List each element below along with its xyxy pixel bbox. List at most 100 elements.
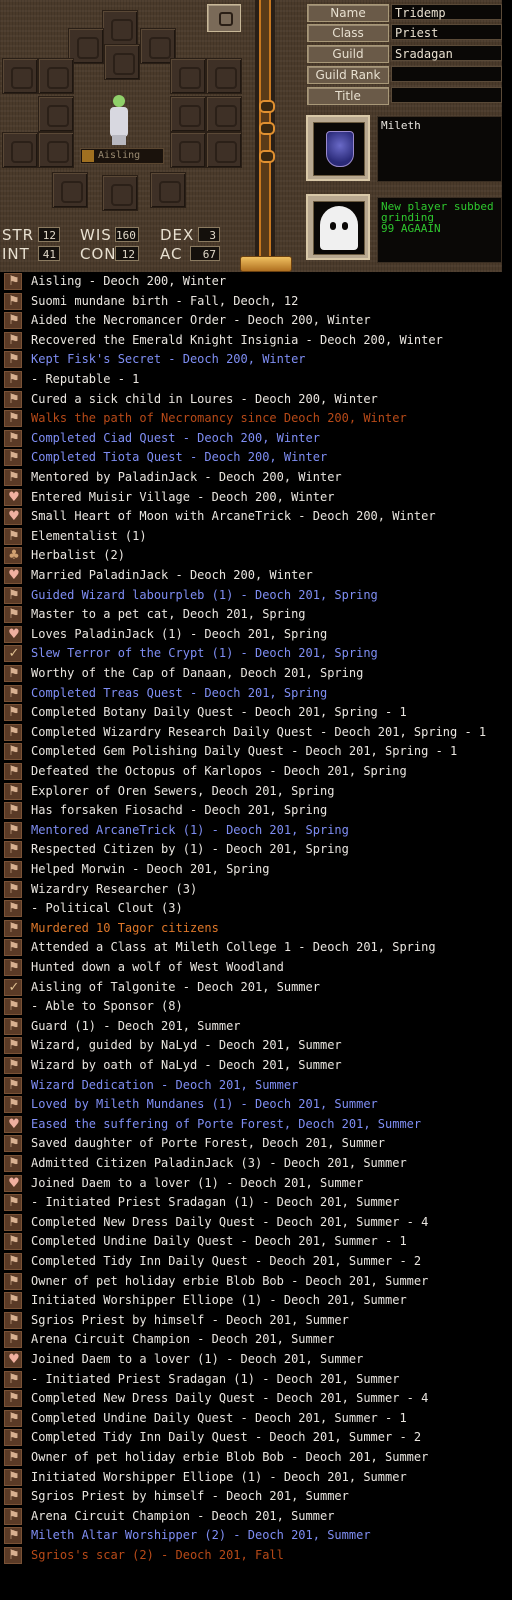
player-portrait[interactable] xyxy=(306,194,370,260)
heart-icon xyxy=(4,508,22,526)
legend-mark-row: - Political Clout (3) xyxy=(0,899,502,918)
legend-mark-row: Completed Wizardry Research Daily Quest … xyxy=(0,723,502,742)
mark-icon xyxy=(4,861,22,878)
mark-icon xyxy=(4,586,22,604)
equipment-slot[interactable] xyxy=(206,96,242,132)
equipment-slot[interactable] xyxy=(102,10,138,46)
legend-mark-row: Completed Tidy Inn Daily Quest - Deoch 2… xyxy=(0,1252,502,1271)
heart-icon xyxy=(4,567,22,584)
check-icon xyxy=(4,645,22,663)
legend-mark-text: Suomi mundane birth - Fall, Deoch, 12 xyxy=(31,293,299,308)
legend-mark-text: Recovered the Emerald Knight Insignia - … xyxy=(31,332,443,347)
legend-mark-row: Wizard Dedication - Deoch 201, Summer xyxy=(0,1076,502,1095)
legend-mark-text: Completed Ciad Quest - Deoch 200, Winter xyxy=(31,430,320,445)
equipment-slot[interactable] xyxy=(102,175,138,211)
chain-link-icon xyxy=(259,100,275,113)
mark-icon xyxy=(4,1017,22,1035)
mark-icon xyxy=(4,469,22,486)
legend-mark-row: Entered Muisir Village - Deoch 200, Wint… xyxy=(0,488,502,507)
legend-mark-row: Aided the Necromancer Order - Deoch 200,… xyxy=(0,311,502,330)
ghost-portrait-icon xyxy=(320,206,358,250)
character-name-text: Aisling xyxy=(98,150,141,161)
mark-icon xyxy=(4,292,22,310)
equipment-slot[interactable] xyxy=(104,44,140,80)
mark-icon xyxy=(4,919,22,937)
mark-icon xyxy=(4,821,22,839)
legend-mark-row: Sgrios Priest by himself - Deoch 201, Su… xyxy=(0,1311,502,1330)
legend-mark-row: Initiated Worshipper Elliope (1) - Deoch… xyxy=(0,1468,502,1487)
equipment-slot[interactable] xyxy=(52,172,88,208)
equipment-slot[interactable] xyxy=(170,58,206,94)
profile-message[interactable]: New player subbed grinding 99 AGAAIN xyxy=(377,197,502,263)
mark-icon xyxy=(4,1194,22,1212)
legend-mark-text: Joined Daem to a lover (1) - Deoch 201, … xyxy=(31,1352,364,1366)
legend-mark-text: Entered Muisir Village - Deoch 200, Wint… xyxy=(31,489,335,504)
legend-mark-text: Wizard Dedication - Deoch 201, Summer xyxy=(31,1077,299,1092)
mark-icon xyxy=(4,1390,22,1408)
legend-mark-row: Joined Daem to a lover (1) - Deoch 201, … xyxy=(0,1174,502,1193)
legend-mark-text: Master to a pet cat, Deoch 201, Spring xyxy=(31,607,306,622)
legend-mark-row: Has forsaken Fiosachd - Deoch 201, Sprin… xyxy=(0,801,502,820)
legend-mark-row: Married PaladinJack - Deoch 200, Winter xyxy=(0,566,502,585)
equipment-slot[interactable] xyxy=(38,96,74,132)
mark-icon xyxy=(4,1429,22,1447)
mark-icon xyxy=(4,900,22,918)
legend-mark-text: Aisling of Talgonite - Deoch 201, Summer xyxy=(31,979,320,994)
legend-mark-text: Arena Circuit Champion - Deoch 201, Summ… xyxy=(31,1332,335,1347)
mark-icon xyxy=(4,1409,22,1427)
mark-icon xyxy=(4,1488,22,1506)
character-avatar xyxy=(105,95,133,145)
nation-shield-icon xyxy=(326,131,354,167)
legend-mark-row: Completed Botany Daily Quest - Deoch 201… xyxy=(0,703,502,722)
stat-str-label: STR xyxy=(2,226,35,244)
stat-ac-value: 67 xyxy=(190,246,220,261)
legend-mark-row: Completed New Dress Daily Quest - Deoch … xyxy=(0,1389,502,1408)
legend-mark-row: Guard (1) - Deoch 201, Summer xyxy=(0,1017,502,1036)
equipment-slot[interactable] xyxy=(2,58,38,94)
mark-icon xyxy=(4,1135,22,1153)
legend-mark-row: Slew Terror of the Crypt (1) - Deoch 201… xyxy=(0,644,502,663)
legend-mark-text: Kept Fisk's Secret - Deoch 200, Winter xyxy=(31,352,306,367)
mark-icon xyxy=(4,723,22,741)
herb-icon xyxy=(4,547,22,565)
portrait-toggle-button[interactable] xyxy=(207,4,241,32)
nation-name: Mileth xyxy=(377,116,502,182)
legend-mark-text: Slew Terror of the Crypt (1) - Deoch 201… xyxy=(31,646,378,661)
stat-dex-value: 3 xyxy=(198,227,220,242)
equipment-slot[interactable] xyxy=(206,58,242,94)
mark-icon xyxy=(4,312,22,330)
legend-mark-text: Married PaladinJack - Deoch 200, Winter xyxy=(31,568,313,582)
legend-mark-row: Herbalist (2) xyxy=(0,546,502,565)
legend-mark-text: Walks the path of Necromancy since Deoch… xyxy=(31,411,407,426)
legend-mark-text: Saved daughter of Porte Forest, Deoch 20… xyxy=(31,1136,386,1151)
legend-mark-text: Completed Wizardry Research Daily Quest … xyxy=(31,724,487,739)
heart-icon xyxy=(4,1174,22,1192)
portrait-icon xyxy=(219,12,233,26)
legend-mark-text: Respected Citizen by (1) - Deoch 201, Sp… xyxy=(31,842,349,857)
mark-icon xyxy=(4,410,22,428)
legend-mark-row: Admitted Citizen PaladinJack (3) - Deoch… xyxy=(0,1154,502,1173)
mark-icon xyxy=(4,1547,22,1564)
legend-mark-text: Completed Tidy Inn Daily Quest - Deoch 2… xyxy=(31,1254,422,1268)
legend-mark-text: - Political Clout (3) xyxy=(31,901,183,916)
legend-mark-text: Hunted down a wolf of West Woodland xyxy=(31,960,284,974)
equipment-slot[interactable] xyxy=(206,132,242,168)
equipment-slot[interactable] xyxy=(170,132,206,168)
chain-link-icon xyxy=(259,122,275,135)
legend-mark-text: Wizard by oath of NaLyd - Deoch 201, Sum… xyxy=(31,1058,342,1072)
mark-icon xyxy=(4,1233,22,1251)
equipment-slot[interactable] xyxy=(38,58,74,94)
legend-mark-row: Master to a pet cat, Deoch 201, Spring xyxy=(0,605,502,624)
legend-mark-row: Sgrios Priest by himself - Deoch 201, Su… xyxy=(0,1487,502,1506)
equipment-slot[interactable] xyxy=(170,96,206,132)
equipment-slot[interactable] xyxy=(150,172,186,208)
legend-mark-row: Completed Undine Daily Quest - Deoch 201… xyxy=(0,1409,502,1428)
legend-mark-text: Owner of pet holiday erbie Blob Bob - De… xyxy=(31,1450,429,1464)
legend-mark-row: Completed Undine Daily Quest - Deoch 201… xyxy=(0,1232,502,1251)
heart-icon xyxy=(4,1351,22,1368)
equipment-slot[interactable] xyxy=(2,132,38,168)
legend-marks-list: Aisling - Deoch 200, Winter Suomi mundane… xyxy=(0,272,502,1568)
legend-mark-text: Elementalist (1) xyxy=(31,528,147,543)
equipment-slot[interactable] xyxy=(38,132,74,168)
legend-mark-row: Saved daughter of Porte Forest, Deoch 20… xyxy=(0,1134,502,1153)
